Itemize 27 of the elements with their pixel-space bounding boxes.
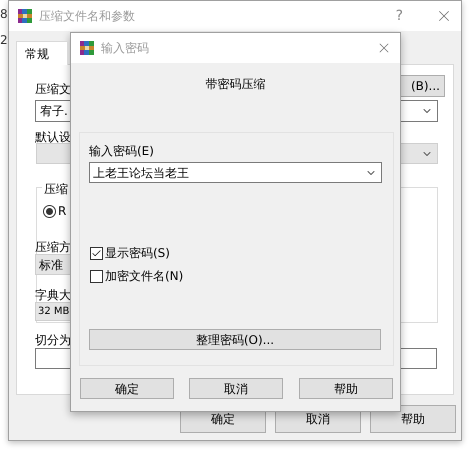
- password-field[interactable]: 上老王论坛当老王: [89, 162, 382, 183]
- dialog-heading: 带密码压缩: [206, 76, 266, 93]
- archive-icon: [17, 8, 33, 24]
- field-label: 压缩方: [35, 239, 71, 256]
- field-label: 切分为: [35, 332, 71, 349]
- radio-label: R: [58, 203, 66, 220]
- checkbox-label: 显示密码(S): [105, 245, 170, 262]
- dialog-button[interactable]: 确定: [80, 378, 174, 399]
- window-title: 压缩文件名和参数: [39, 8, 135, 25]
- background-text: 8: [0, 8, 8, 20]
- dialog-button[interactable]: 取消: [189, 378, 283, 399]
- checkbox[interactable]: [90, 246, 103, 260]
- field-label: 默认设: [35, 129, 71, 146]
- dialog-title: 输入密码: [101, 40, 149, 57]
- help-button[interactable]: ?: [396, 6, 403, 26]
- dialog-button[interactable]: 帮助: [370, 405, 456, 433]
- archive-icon: [79, 40, 95, 56]
- checkbox[interactable]: [90, 270, 103, 282]
- tab[interactable]: 常规: [16, 41, 68, 65]
- dialog-button[interactable]: 帮助: [299, 378, 393, 399]
- field-label: 字典大: [35, 287, 71, 304]
- field-label: 输入密码(E): [89, 143, 154, 160]
- organize-passwords-button[interactable]: 整理密码(O)...: [89, 329, 381, 350]
- radio-button[interactable]: [43, 204, 56, 218]
- checkbox-label: 加密文件名(N): [105, 268, 184, 285]
- field-label: 压缩文: [35, 81, 71, 98]
- background-text: 2: [0, 34, 8, 46]
